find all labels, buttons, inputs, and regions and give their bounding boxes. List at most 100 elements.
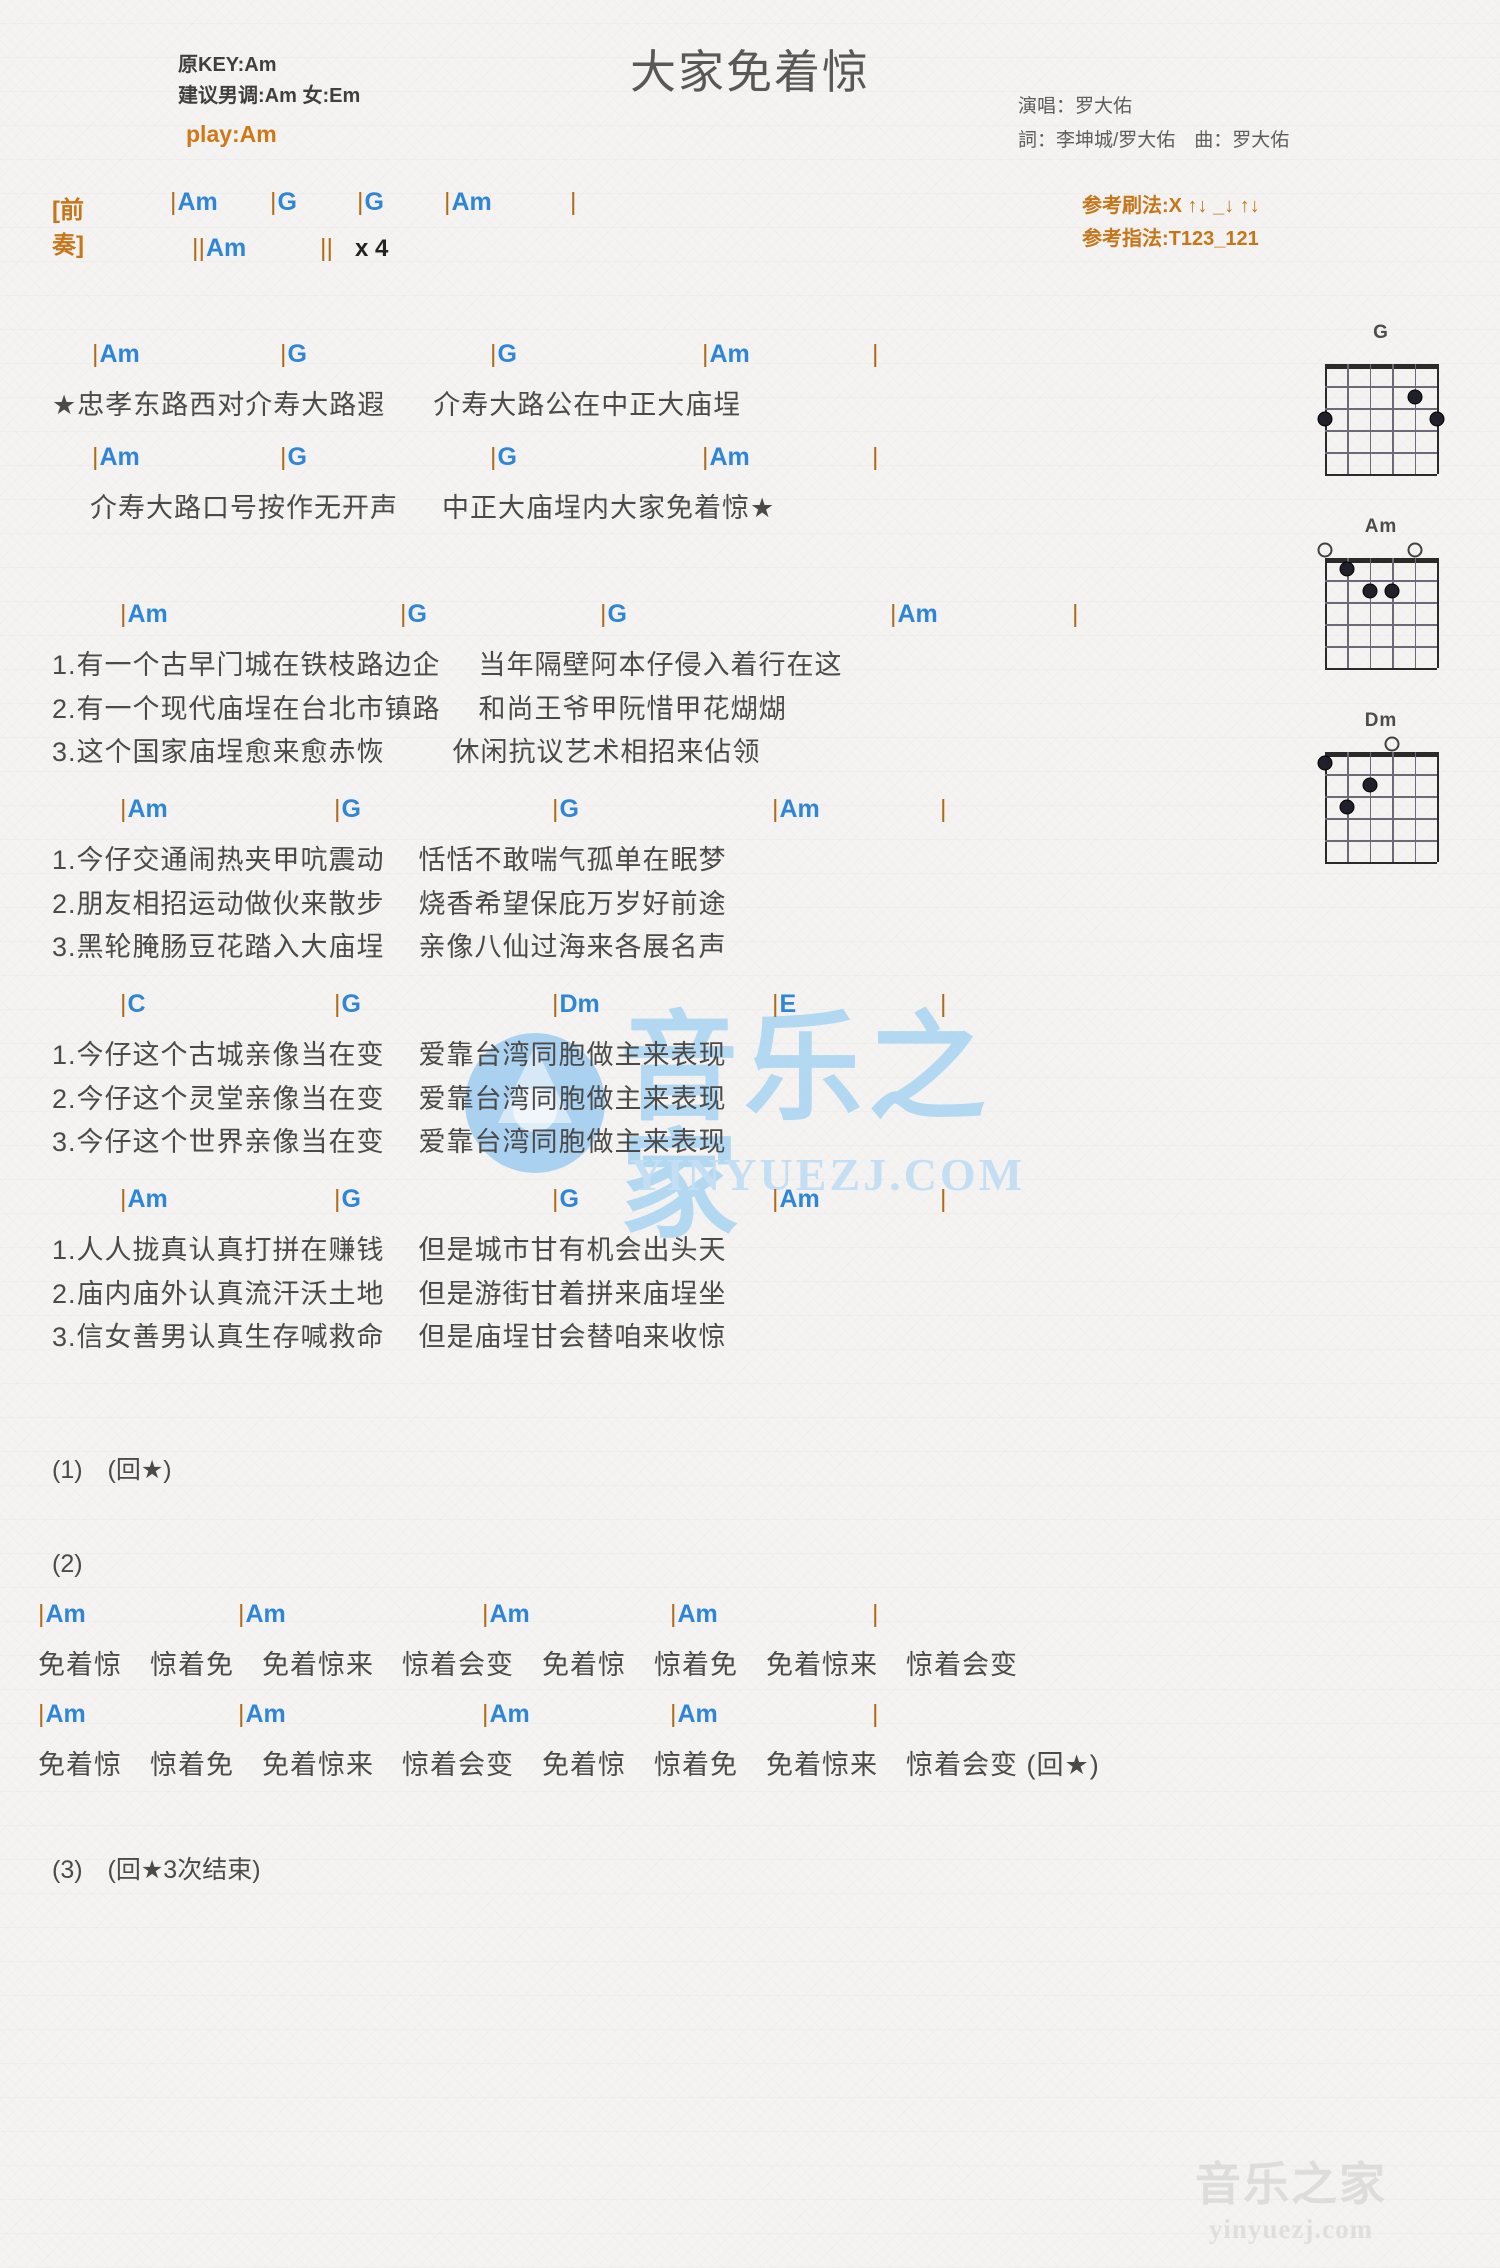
line-number: 1. [52, 1040, 77, 1070]
intro-end-bar-1: | [570, 188, 577, 216]
lyric-b: 爱靠台湾同胞做主来表现 [418, 1040, 727, 1070]
string-line [1347, 364, 1349, 474]
open-string-marker [1317, 542, 1333, 558]
finger-dot [1407, 389, 1423, 405]
lyric-a: 今仔这个古城亲像当在变 [76, 1040, 385, 1070]
finger-dot [1384, 583, 1400, 599]
star-section-b: Am G G Am | 介寿大路口号按作无开声 中正大庙埕内大家免着惊★ [52, 443, 879, 531]
chord-line: Am G G Am | [52, 795, 947, 839]
string-line [1414, 558, 1417, 668]
chord-4: Am [702, 443, 750, 472]
lyric-a: ★忠孝东路西对介寿大路遐 [52, 390, 386, 420]
end-bar: | [872, 1600, 879, 1628]
lyric-line: 免着惊 惊着免 免着惊来 惊着会变 免着惊 惊着免 免着惊来 惊着会变 [38, 1650, 1018, 1680]
lyric-a: 有一个现代庙埕在台北市镇路 [76, 693, 441, 724]
chord-diagram-g: G [1317, 322, 1445, 476]
intro-chord-2: G [270, 188, 297, 217]
chord-3: G [490, 443, 517, 472]
finger-dot [1317, 755, 1333, 771]
string-line [1392, 364, 1394, 474]
lyric-a: 有一个古早门城在铁枝路边企 [76, 650, 441, 680]
line-number: 2. [52, 1083, 77, 1114]
verse-block-3: C G Dm E | 1.今仔这个古城亲像当在变 爱靠台湾同胞做主来表现 2. 今仔… [52, 990, 947, 1165]
lyric-a: 这个国家庙埕愈来愈赤恢 [76, 737, 385, 768]
lyric-a: 今仔交通闹热夹甲吭震动 [76, 845, 385, 875]
chord-line: Am G G Am | [52, 1185, 947, 1229]
lyric-b: 但是城市甘有机会出头天 [418, 1235, 727, 1265]
marker-3: (3) (回★3次结束) [52, 1856, 261, 1884]
chord-4: Am [772, 1185, 820, 1214]
string-line [1369, 558, 1372, 668]
finger-dot [1339, 561, 1355, 577]
chord-1: Am [92, 340, 140, 369]
open-string-markers [1325, 736, 1437, 752]
chord-3: G [490, 340, 517, 369]
chord-3: G [600, 600, 627, 629]
lyric-b: 烧香希望保庇万岁好前途 [418, 888, 727, 919]
outro-block-1: Am Am Am Am | 免着惊 惊着免 免着惊来 惊着会变 免着惊 惊着免 … [38, 1600, 1018, 1688]
line-number: 2. [52, 1278, 77, 1309]
chord-sheet-page: 原KEY:Am 建议男调:Am 女:Em play:Am 大家免着惊 演唱：罗大… [0, 0, 1500, 2268]
lyric-line: 1.今仔这个古城亲像当在变 爱靠台湾同胞做主来表现 [52, 1034, 727, 1078]
finger-dot [1429, 411, 1445, 427]
chord-1: Am [38, 1600, 86, 1629]
chord-3: G [552, 795, 579, 824]
lyric-b: 爱靠台湾同胞做主来表现 [418, 1083, 727, 1114]
string-line [1414, 752, 1417, 862]
chord-2: G [334, 1185, 361, 1214]
chord-2: G [334, 795, 361, 824]
line-number: 3. [52, 1322, 77, 1353]
fret-line [1325, 386, 1437, 388]
end-bar: | [872, 340, 879, 368]
lyric-line: 3.黑轮腌肠豆花踏入大庙埕 亲像八仙过海来各展名声 [52, 926, 727, 970]
lyric-b: 但是庙埕甘会替咱来收惊 [418, 1322, 727, 1353]
nut [1325, 364, 1437, 369]
chord-line: Am G G Am | [52, 600, 1079, 644]
line-number: 3. [52, 1127, 77, 1158]
chord-4: E [772, 990, 797, 1019]
chord-diagram-list: G Am Dm [1317, 322, 1445, 904]
outro-block-2: Am Am Am Am | 免着惊 惊着免 免着惊来 惊着会变 免着惊 惊着免 … [38, 1700, 1100, 1788]
chord-line: C G Dm E | [52, 990, 947, 1034]
chord-2: G [280, 443, 307, 472]
finger-dot [1339, 799, 1355, 815]
fret-line [1325, 474, 1437, 476]
fret-line [1325, 668, 1437, 670]
string-line [1392, 752, 1394, 862]
verse-block-4: Am G G Am | 1.人人拢真认真打拼在赚钱 但是城市甘有机会出头天 2.庙… [52, 1185, 947, 1360]
chord-2: Am [238, 1600, 286, 1629]
intro-repeat-count: x 4 [355, 235, 389, 262]
chord-1: Am [38, 1700, 86, 1729]
lyric-b: 和尚王爷甲阮惜甲花煳煳 [478, 693, 787, 724]
fret-line [1325, 774, 1437, 776]
lyric-a: 信女善男认真生存喊救命 [76, 1322, 385, 1353]
verse-block-2: Am G G Am | 1.今仔交通闹热夹甲吭震动 恬恬不敢喘气孤单在眠梦 2.朋… [52, 795, 947, 970]
string-line [1392, 558, 1394, 668]
fret-line [1325, 408, 1437, 410]
lyric-b: 休闲抗议艺术相招来佔领 [452, 737, 761, 768]
fret-line [1325, 862, 1437, 864]
lyric-line: 2.朋友相招运动做伙来散步 烧香希望保庇万岁好前途 [52, 883, 727, 927]
singer-credit: 演唱：罗大佑 [1018, 96, 1133, 117]
end-bar: | [940, 1185, 947, 1213]
intro-chord-5: Am [192, 234, 246, 263]
chord-1: Am [92, 443, 140, 472]
play-key: play:Am [186, 121, 277, 147]
end-bar: | [872, 443, 879, 471]
intro-chord-1: Am [170, 188, 218, 217]
intro-chord-4: Am [444, 188, 492, 217]
string-line [1369, 364, 1372, 474]
chord-line: Am G G Am | [52, 443, 879, 487]
lyric-b: 介寿大路公在中正大庙埕 [433, 390, 742, 420]
reference-info: 参考刷法:X ↑↓ _↓ ↑↓ 参考指法:T123_121 [1082, 190, 1260, 256]
fret-line [1325, 646, 1437, 648]
lyric-b: 恬恬不敢喘气孤单在眠梦 [418, 845, 727, 875]
lyric-b: 但是游街甘着拼来庙埕坐 [418, 1278, 727, 1309]
chord-4: Am [890, 600, 938, 629]
line-number: 1. [52, 650, 77, 680]
chord-line: Am G G Am | [52, 340, 879, 384]
open-string-marker [1384, 736, 1400, 752]
lyric-line: 免着惊 惊着免 免着惊来 惊着会变 免着惊 惊着免 免着惊来 惊着会变 (回★) [38, 1750, 1100, 1780]
line-number: 2. [52, 888, 77, 919]
string-line [1325, 558, 1327, 668]
